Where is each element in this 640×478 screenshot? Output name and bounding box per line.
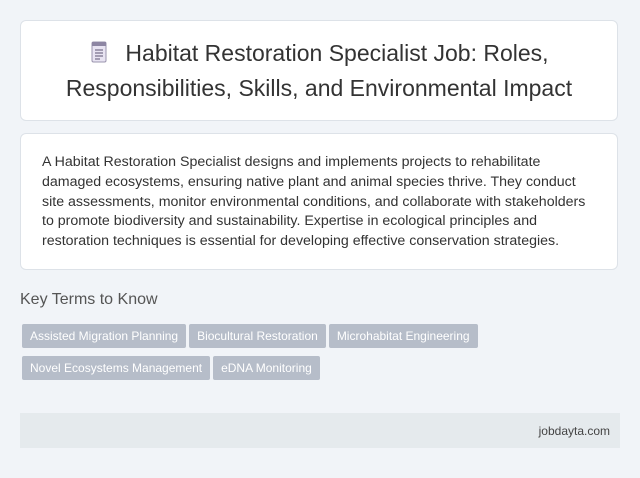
page-title: Habitat Restoration Specialist Job: Role… <box>21 37 617 104</box>
title-card: Habitat Restoration Specialist Job: Role… <box>20 20 618 121</box>
key-terms-heading: Key Terms to Know <box>20 291 158 308</box>
key-terms-list: Assisted Migration Planning Biocultural R… <box>22 324 502 388</box>
page-title-text: Habitat Restoration Specialist Job: Role… <box>65 40 573 101</box>
footer-site-link[interactable]: jobdayta.com <box>539 424 610 438</box>
job-description: A Habitat Restoration Specialist designs… <box>42 154 586 250</box>
description-card: A Habitat Restoration Specialist designs… <box>20 133 618 270</box>
key-term-tag[interactable]: eDNA Monitoring <box>213 356 320 380</box>
key-term-tag[interactable]: Biocultural Restoration <box>189 324 326 348</box>
document-icon <box>89 40 109 72</box>
key-term-tag[interactable]: Novel Ecosystems Management <box>22 356 211 380</box>
footer: jobdayta.com <box>20 413 620 448</box>
key-term-tag[interactable]: Microhabitat Engineering <box>328 324 478 348</box>
key-term-tag[interactable]: Assisted Migration Planning <box>22 324 187 348</box>
